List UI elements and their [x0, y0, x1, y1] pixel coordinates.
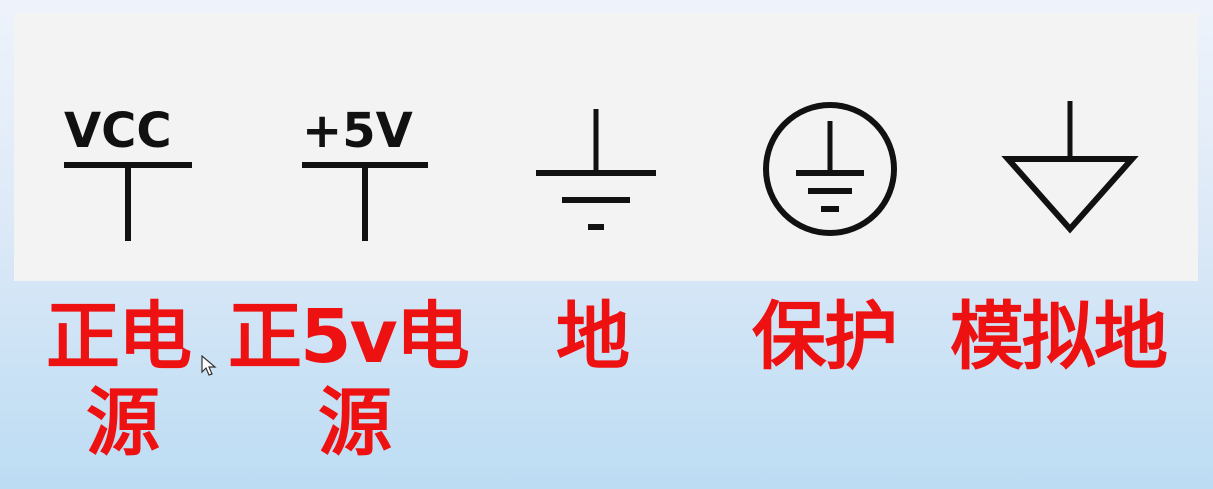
symbol-panel: VCC +5V [14, 13, 1198, 281]
mouse-cursor-graphic [201, 354, 217, 376]
analog-ground-caption-line-1: 模拟地 [950, 294, 1168, 380]
plus5v-caption-line-1: 正5v电 [228, 294, 470, 380]
protective-earth-symbol [762, 99, 902, 243]
vcc-caption: 正电 源 [46, 294, 192, 466]
vcc-symbol-label: VCC [64, 103, 172, 159]
plus5v-symbol-label: +5V [302, 103, 413, 159]
plus5v-caption: 正5v电 源 [228, 294, 470, 466]
vcc-caption-line-1: 正电 [46, 294, 192, 380]
ground-symbol-graphic [536, 109, 656, 230]
protective-earth-caption: 保护 [752, 294, 898, 380]
ground-symbol [536, 109, 660, 239]
protective-earth-caption-line-1: 保护 [752, 294, 898, 380]
vcc-caption-line-2: 源 [86, 380, 160, 466]
vcc-symbol: VCC [64, 103, 194, 245]
ground-caption: 地 [556, 294, 630, 380]
plus5v-caption-line-2: 源 [318, 380, 392, 466]
plus5v-symbol-graphic: +5V [302, 103, 428, 241]
ground-caption-line-1: 地 [556, 294, 630, 380]
analog-ground-symbol-graphic [1001, 101, 1139, 234]
plus5v-symbol: +5V [302, 103, 432, 245]
vcc-symbol-graphic: VCC [64, 103, 192, 241]
mouse-cursor-icon [201, 354, 217, 381]
analog-ground-caption: 模拟地 [950, 294, 1168, 380]
analog-ground-symbol [1001, 101, 1139, 237]
protective-earth-symbol-graphic [763, 102, 897, 236]
